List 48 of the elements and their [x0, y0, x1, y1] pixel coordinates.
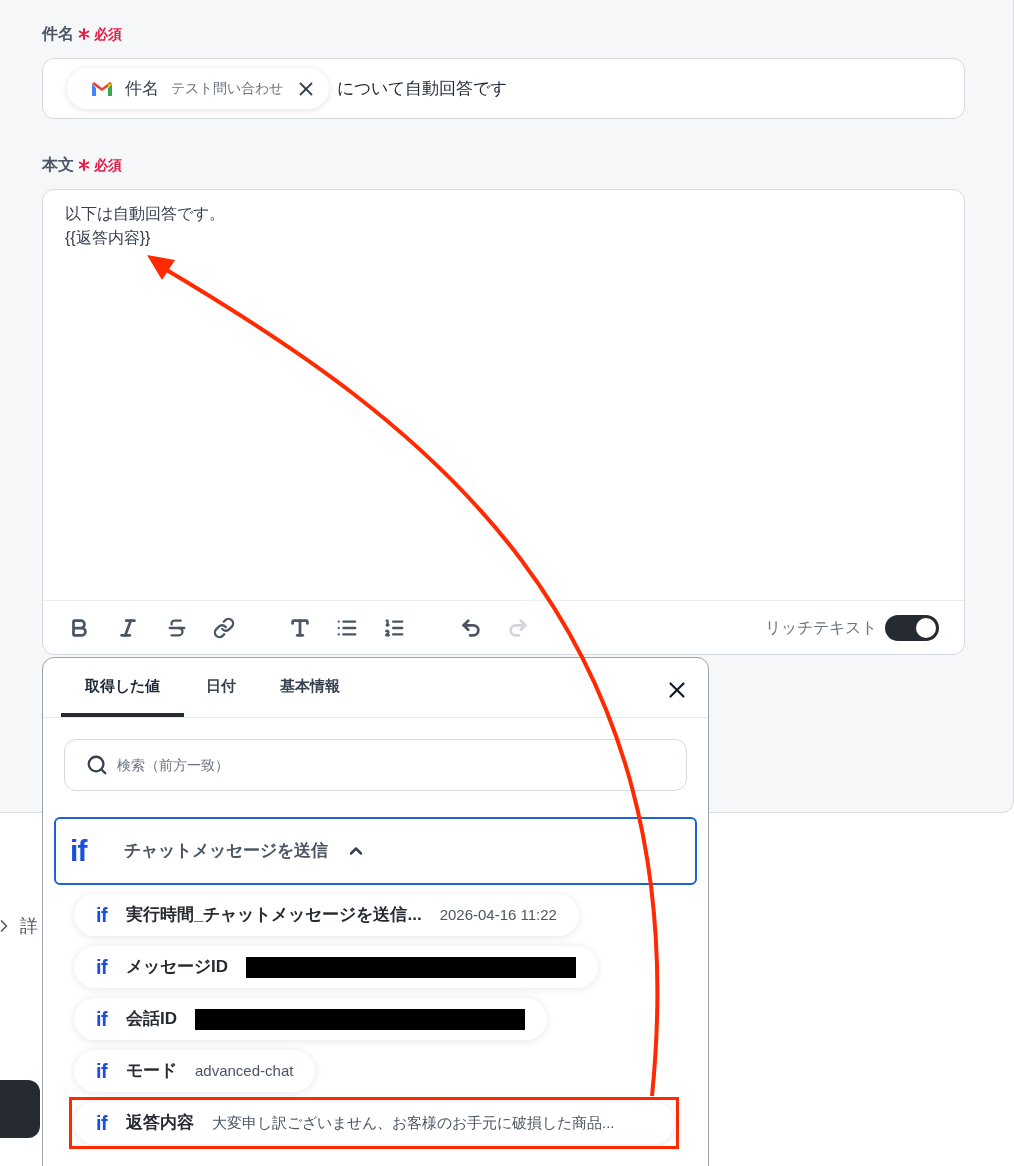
chip-value: テスト問い合わせ: [171, 79, 283, 98]
field-label: 件名: [42, 24, 74, 44]
value-item[interactable]: if メッセージID: [74, 946, 598, 988]
value-item[interactable]: if 実行時間_チャットメッセージを送信... 2026-04-16 11:22: [74, 894, 579, 936]
subject-field[interactable]: 件名 テスト問い合わせ について自動回答です: [42, 58, 965, 119]
item-name: メッセージID: [126, 956, 228, 979]
picker-tab[interactable]: 取得した値: [61, 659, 184, 717]
rich-text-toggle[interactable]: [885, 614, 939, 641]
body-text-line: 以下は自動回答です。: [65, 204, 226, 224]
rich-text-label: リッチテキスト: [765, 617, 877, 638]
app-mark: if: [96, 1113, 109, 1133]
app-mark: if: [96, 1061, 109, 1081]
body-editor[interactable]: 以下は自動回答です。 {{返答内容}} リッチテキスト: [42, 189, 965, 655]
details-label[interactable]: 詳: [20, 913, 38, 940]
item-name: 返答内容: [126, 1112, 194, 1135]
app-mark: if: [96, 957, 109, 977]
item-name: 会話ID: [126, 1008, 177, 1031]
group-header[interactable]: if チャットメッセージを送信: [54, 817, 697, 885]
link-icon[interactable]: [213, 616, 235, 639]
variable-chip[interactable]: 件名 テスト問い合わせ: [67, 68, 329, 109]
body-text-line: {{返答内容}}: [65, 228, 152, 248]
value-item[interactable]: if 返答内容 大変申し訳ございません、お客様のお手元に破損した商品...: [74, 1102, 674, 1144]
picker-tab[interactable]: 日付: [184, 659, 258, 717]
picker-tab[interactable]: 基本情報: [258, 659, 362, 717]
search-icon: [86, 754, 108, 776]
subject-text: について自動回答です: [337, 77, 507, 100]
group-title: チャットメッセージを送信: [124, 840, 328, 863]
required-label: 必須: [94, 155, 122, 175]
italic-icon[interactable]: [117, 616, 139, 639]
app-mark: if: [70, 836, 89, 866]
value-item[interactable]: if 会話ID: [74, 998, 547, 1040]
app-mark: if: [96, 1009, 109, 1029]
chip-name: 件名: [125, 77, 159, 100]
search-field[interactable]: 検索（前方一致）: [64, 739, 687, 791]
required-label: 必須: [94, 24, 122, 44]
required-asterisk-icon: [78, 159, 90, 171]
mail-icon: [91, 80, 113, 97]
field-label: 本文: [42, 155, 74, 175]
item-value: 大変申し訳ございません、お客様のお手元に破損した商品...: [212, 1112, 615, 1133]
value-item[interactable]: if モード advanced-chat: [74, 1050, 316, 1092]
item-name: 実行時間_チャットメッセージを送信...: [126, 904, 422, 927]
item-value: advanced-chat: [195, 1060, 294, 1081]
required-asterisk-icon: [78, 28, 90, 40]
undo-icon[interactable]: [460, 616, 482, 639]
app-mark: if: [96, 905, 109, 925]
item-name: モード: [126, 1060, 177, 1083]
text-size-icon[interactable]: [289, 616, 311, 639]
item-value: 2026-04-16 11:22: [439, 904, 557, 925]
